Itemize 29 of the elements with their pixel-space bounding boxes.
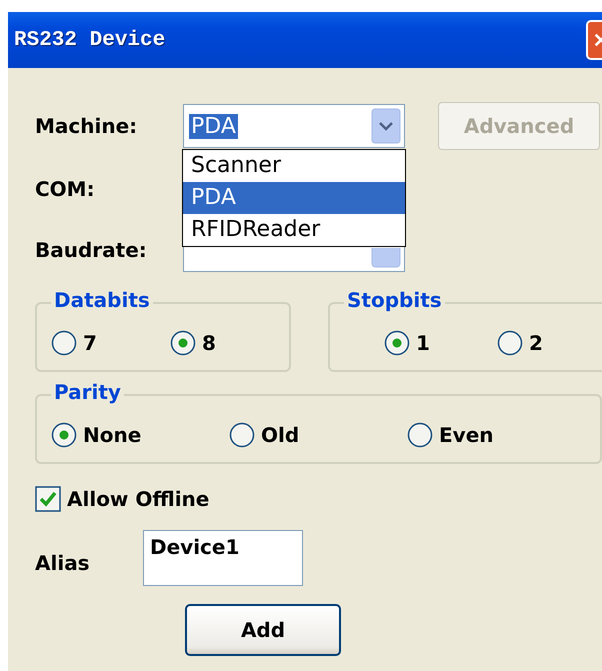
field-label: Machine: bbox=[35, 114, 138, 138]
dropdown-item[interactable]: RFIDReader bbox=[183, 214, 405, 246]
window-title: RS232 Device bbox=[14, 28, 166, 52]
radio-button[interactable] bbox=[497, 330, 523, 356]
dropdown-item[interactable]: Scanner bbox=[183, 150, 405, 182]
option-label: Even bbox=[439, 423, 494, 447]
input-field[interactable]: Device1 bbox=[143, 530, 303, 586]
option-label: None bbox=[83, 423, 142, 447]
radio-button[interactable] bbox=[407, 422, 433, 448]
field-label: COM: bbox=[35, 177, 96, 201]
radio-button[interactable] bbox=[170, 330, 196, 356]
dropdown-item[interactable]: PDA bbox=[183, 182, 405, 214]
option-label: Old bbox=[261, 423, 300, 447]
option-label: 8 bbox=[202, 331, 216, 355]
combo-value: PDA bbox=[189, 114, 238, 138]
checkbox-label: Allow Offline bbox=[67, 487, 210, 511]
radio-button[interactable] bbox=[51, 330, 77, 356]
radio-button[interactable] bbox=[229, 422, 255, 448]
combo-box[interactable]: PDA bbox=[183, 104, 405, 148]
option-label: 7 bbox=[83, 331, 97, 355]
radio-button[interactable] bbox=[51, 422, 77, 448]
checkbox[interactable] bbox=[35, 486, 61, 512]
dropdown-button bbox=[371, 248, 401, 268]
radio-button[interactable] bbox=[384, 330, 410, 356]
field-label: Alias bbox=[35, 551, 91, 575]
add-button[interactable]: Add bbox=[185, 604, 341, 656]
field-label: Baudrate: bbox=[35, 238, 148, 262]
option-label: 2 bbox=[529, 331, 543, 355]
option-label: 1 bbox=[416, 331, 430, 355]
